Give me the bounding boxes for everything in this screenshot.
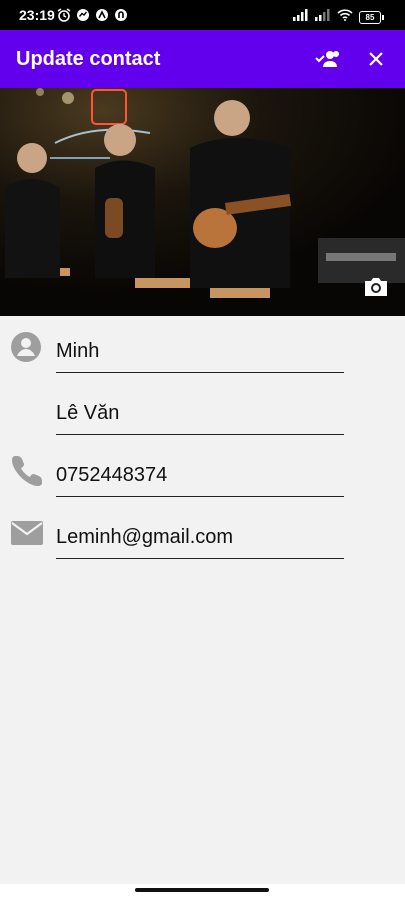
contacts-group-icon <box>315 51 339 67</box>
phone-icon <box>10 452 46 493</box>
first-name-field[interactable]: Minh <box>56 332 344 373</box>
navigation-bar <box>0 884 405 900</box>
contact-photo-image <box>0 88 405 316</box>
close-icon <box>369 52 383 66</box>
app-icon <box>95 8 109 27</box>
signal-icon <box>315 8 331 26</box>
home-gesture-handle[interactable] <box>135 888 269 892</box>
battery-icon: 85 <box>359 10 384 24</box>
signal-icon <box>293 8 309 26</box>
last-name-field[interactable]: Lê Văn <box>56 394 344 435</box>
close-button[interactable] <box>360 43 392 75</box>
change-photo-button[interactable] <box>363 276 389 298</box>
last-name-value: Lê Văn <box>56 402 120 424</box>
status-bar: 23:19 85 <box>0 0 405 30</box>
page-title: Update contact <box>16 48 161 70</box>
phone-value: 0752448374 <box>56 464 168 486</box>
wifi-icon <box>337 8 353 26</box>
system-icons: 85 <box>293 8 384 26</box>
email-icon <box>10 520 44 551</box>
first-name-value: Minh <box>56 340 100 362</box>
status-time: 23:19 <box>19 7 55 23</box>
contacts-group-button[interactable] <box>312 43 344 75</box>
person-icon <box>10 331 42 368</box>
phone-field[interactable]: 0752448374 <box>56 456 344 497</box>
camera-icon <box>365 278 387 296</box>
notification-icons <box>57 8 128 27</box>
app-bar: Update contact <box>0 30 405 88</box>
contact-photo[interactable] <box>0 88 405 316</box>
alarm-icon <box>57 8 71 27</box>
messenger-icon <box>76 8 90 27</box>
email-field[interactable]: Leminh@gmail.com <box>56 518 344 559</box>
email-value: Leminh@gmail.com <box>56 526 234 548</box>
vpn-icon <box>114 8 128 27</box>
